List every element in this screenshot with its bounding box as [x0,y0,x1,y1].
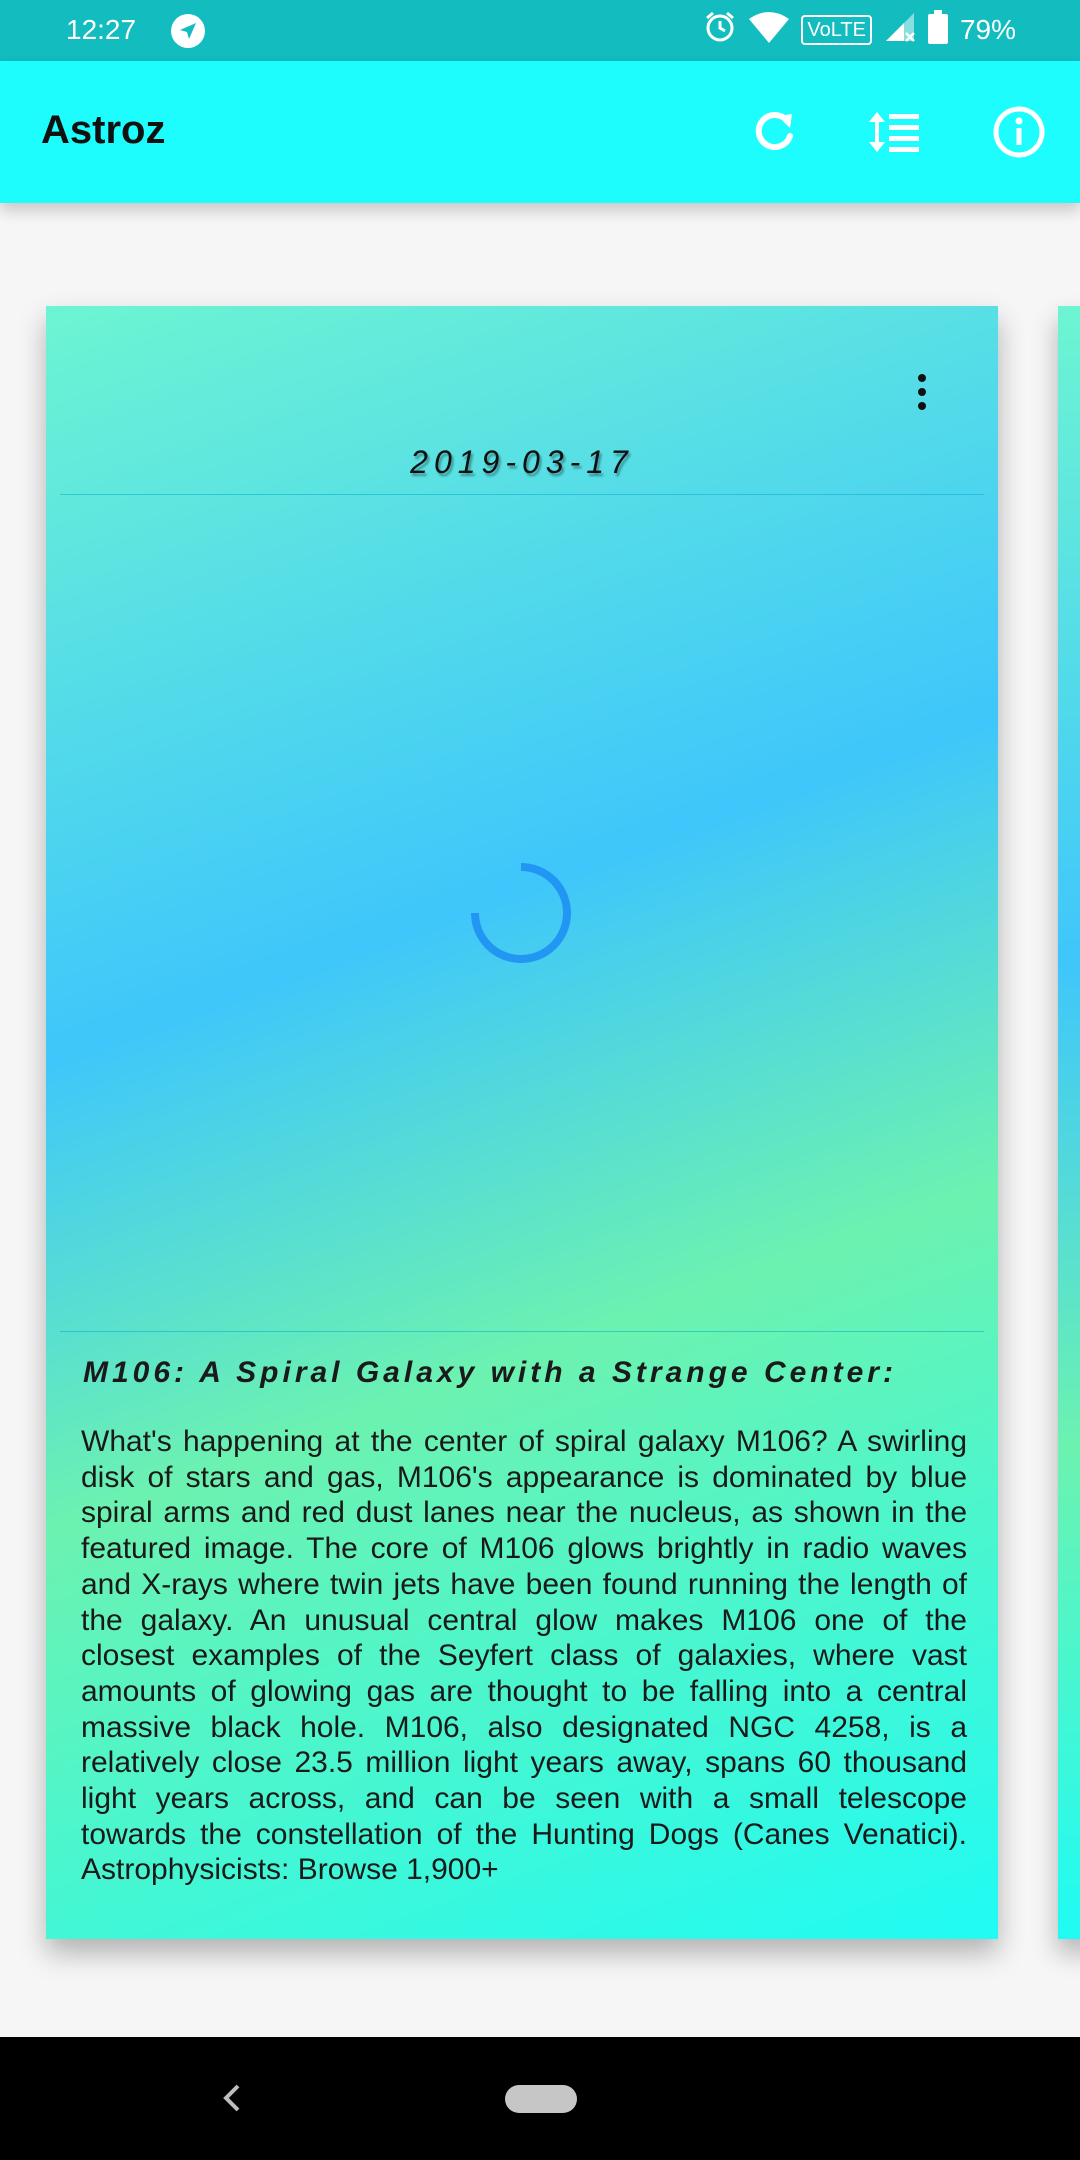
home-button[interactable] [505,2085,577,2113]
refresh-button[interactable] [745,103,803,161]
apod-card[interactable]: 2019-03-17 M106: A Spiral Galaxy with a … [46,306,998,1939]
app-title: Astroz [41,108,166,152]
card-date: 2019-03-17 [410,444,634,480]
system-nav-bar [0,2037,1080,2160]
back-button[interactable] [218,2080,248,2116]
battery-percent: 79% [959,14,1016,45]
volte-badge: VoLTE [801,15,872,45]
more-options-button[interactable] [902,362,942,422]
sort-button[interactable] [866,103,924,161]
status-time: 12:27 [66,14,137,45]
divider [60,1331,984,1332]
status-icons: VoLTE 79% [703,9,1016,51]
more-vert-icon-dot [918,388,926,396]
navigation-arrow-icon [170,13,206,49]
signal-icon [884,11,916,50]
divider [60,494,984,495]
more-vert-icon-dot [918,374,926,382]
info-button[interactable] [990,103,1048,161]
next-card-peek[interactable] [1058,306,1080,1939]
sort-icon [869,112,919,152]
refresh-icon [755,112,793,151]
content-area[interactable]: 2019-03-17 M106: A Spiral Galaxy with a … [0,203,1080,2037]
status-bar: 12:27 VoLTE 79% [0,0,1080,61]
card-title: M106: A Spiral Galaxy with a Strange Cen… [83,1356,897,1389]
wifi-icon [749,11,790,50]
loading-spinner [470,862,572,964]
battery-icon [927,9,948,51]
app-bar: Astroz [0,61,1080,203]
alarm-icon [703,10,737,51]
card-description: What's happening at the center of spiral… [81,1425,967,1887]
info-icon [993,106,1045,158]
back-icon [223,2084,240,2112]
more-vert-icon-dot [918,402,926,410]
